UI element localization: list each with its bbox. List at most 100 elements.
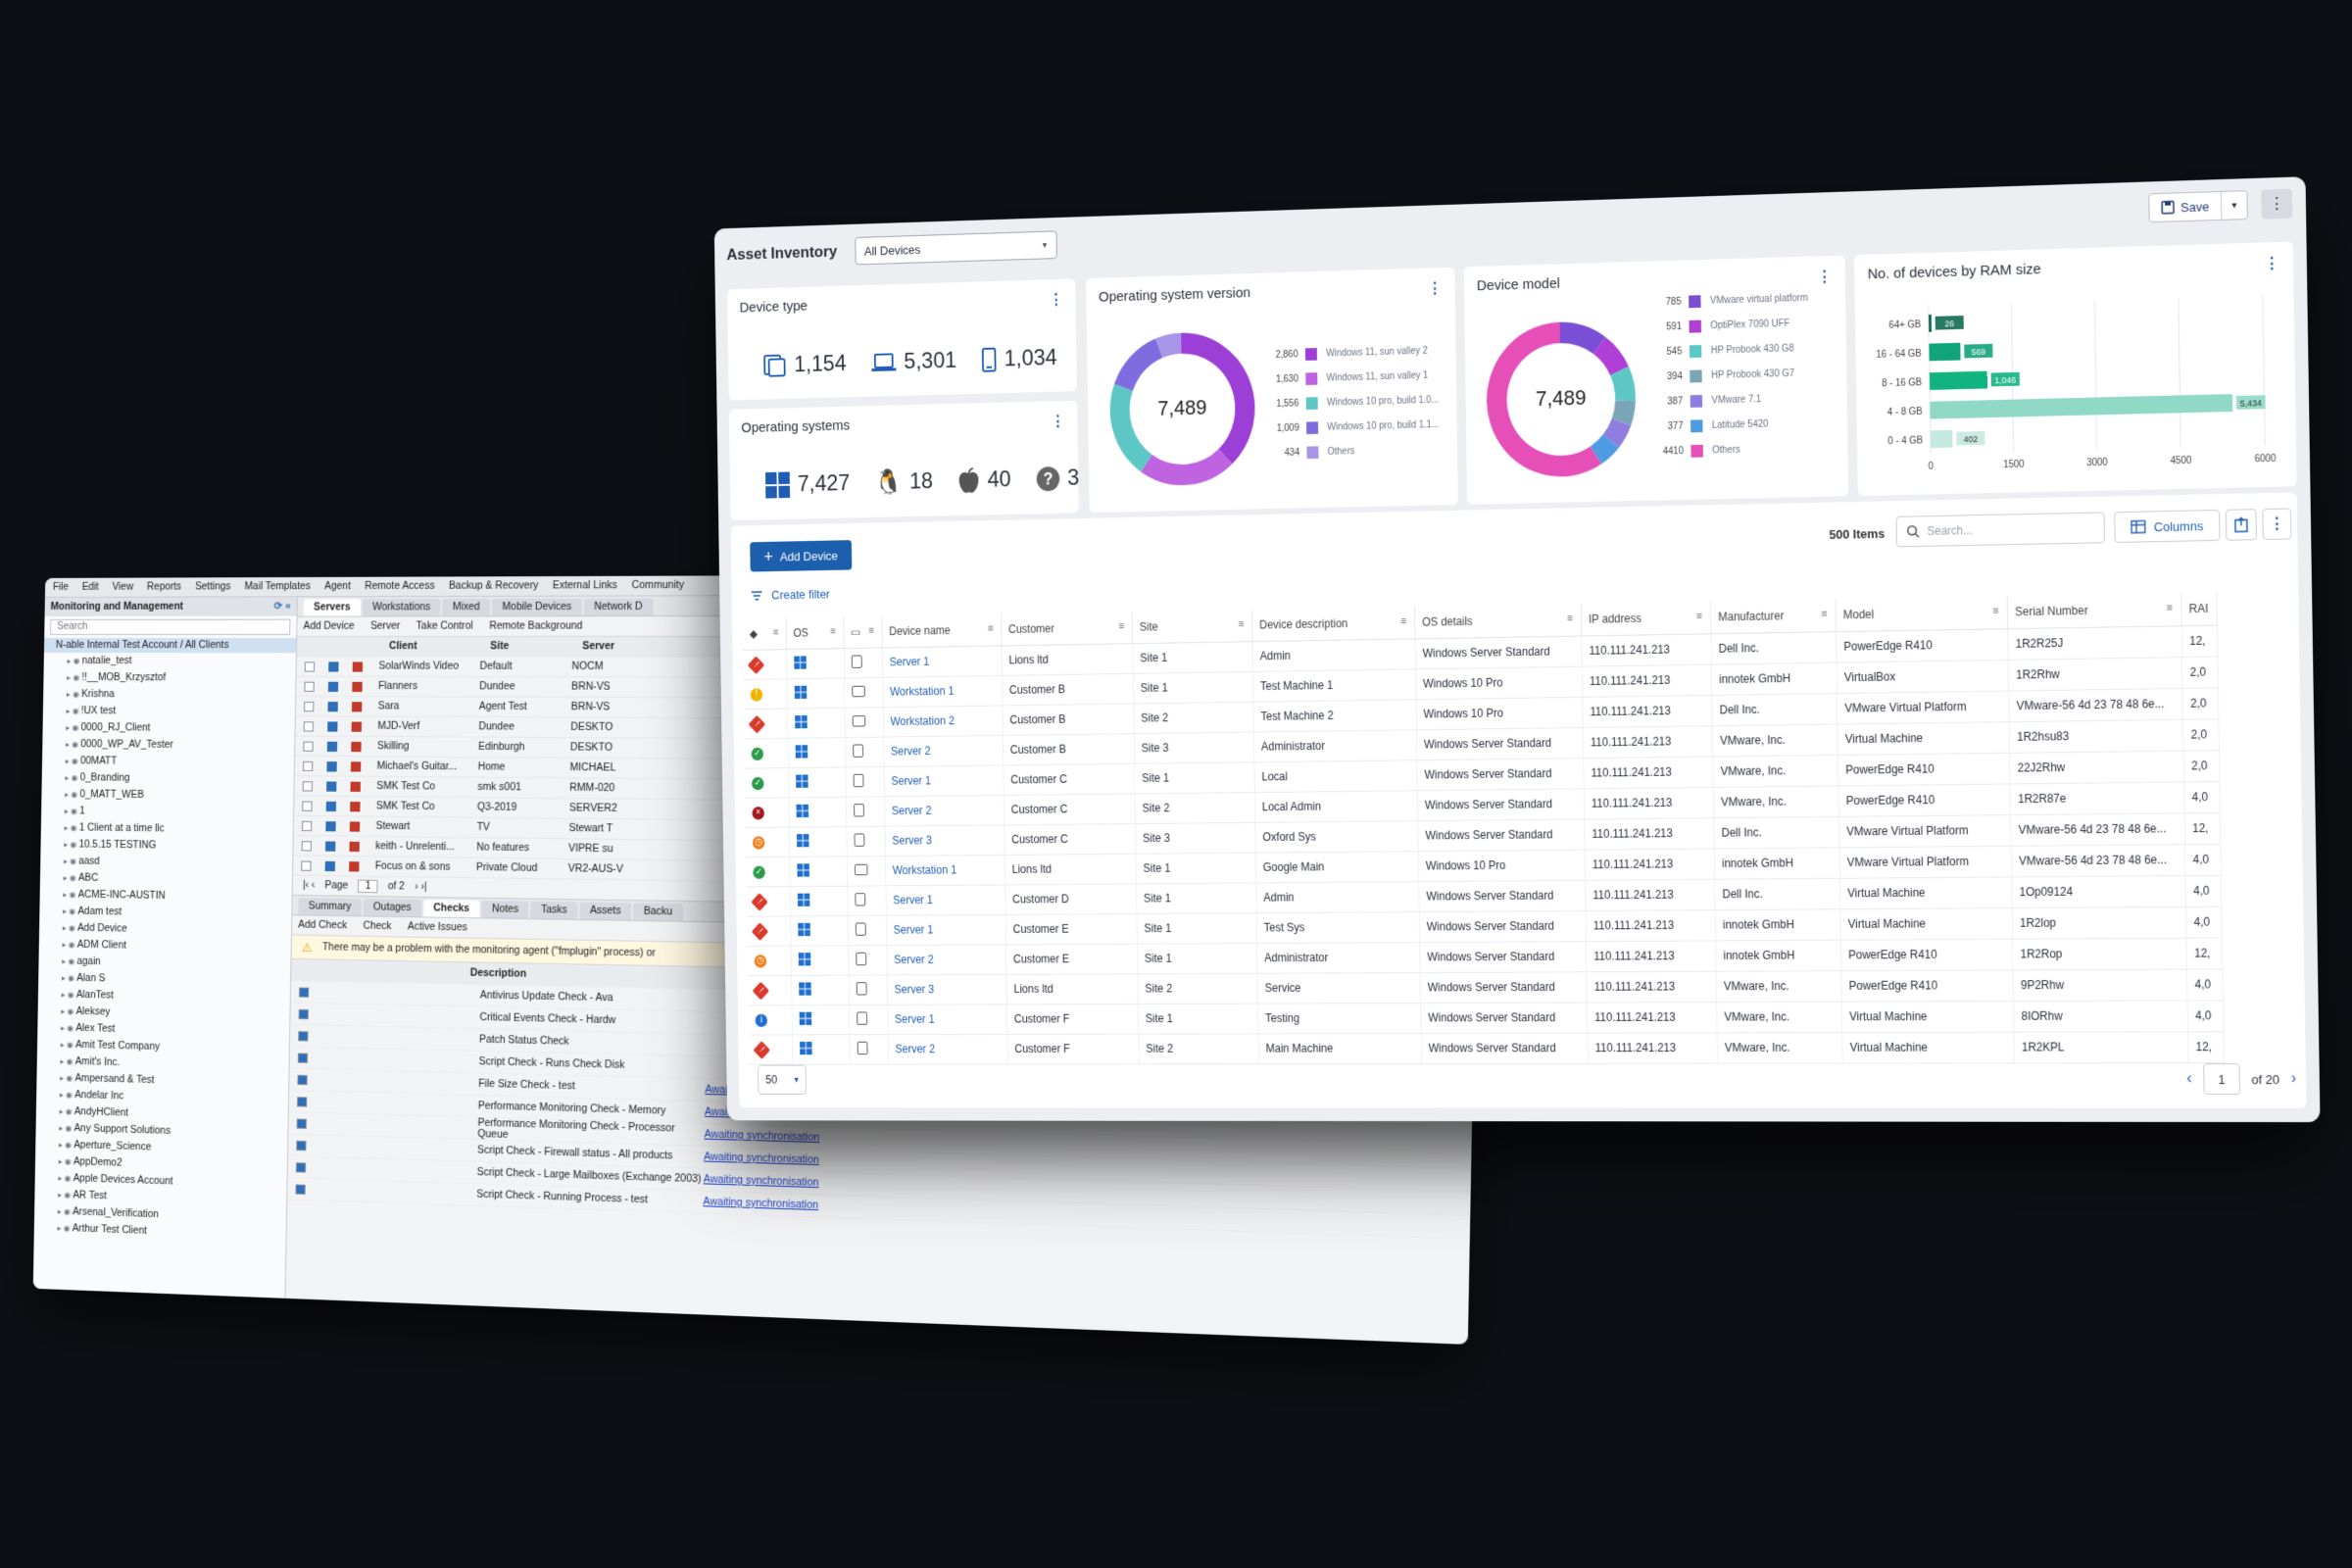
legacy-menu-item[interactable]: Community: [632, 580, 685, 592]
export-icon[interactable]: [2225, 509, 2257, 541]
page-input[interactable]: 1: [2202, 1063, 2240, 1096]
row-checkbox[interactable]: [301, 820, 313, 831]
row-checkbox[interactable]: [325, 801, 337, 811]
status-column-header[interactable]: ◆ ≡: [742, 617, 787, 650]
column-header-site[interactable]: Site ≡: [1131, 609, 1252, 644]
legacy-menu-item[interactable]: External Links: [553, 580, 617, 592]
card-menu-icon[interactable]: ⋮: [1428, 279, 1443, 299]
ram-bar[interactable]: [1929, 370, 1987, 390]
row-checkbox[interactable]: [295, 1161, 307, 1173]
row-checkbox[interactable]: [326, 741, 338, 752]
save-button[interactable]: Save: [2149, 191, 2223, 222]
device-name-link[interactable]: Server 2: [886, 944, 1006, 975]
row-checkbox[interactable]: [327, 681, 339, 692]
more-options-icon[interactable]: ⋮: [2261, 188, 2293, 220]
tree-item[interactable]: !UX test: [43, 703, 295, 720]
device-name-link[interactable]: Server 2: [887, 1033, 1007, 1064]
device-name-link[interactable]: Server 2: [883, 734, 1004, 766]
check-status-link[interactable]: Awaiting synchronisation: [704, 1152, 819, 1166]
column-header-serial-number[interactable]: Serial Number ≡: [2006, 592, 2181, 629]
legend-item[interactable]: 377 Latitude 5420: [1646, 411, 1810, 440]
column-header-model[interactable]: Model ≡: [1835, 595, 2008, 632]
row-checkbox[interactable]: [296, 1140, 307, 1151]
ram-bar[interactable]: [1928, 314, 1933, 332]
device-name-link[interactable]: Server 1: [885, 913, 1006, 946]
row-checkbox[interactable]: [326, 760, 337, 771]
row-checkbox[interactable]: [328, 661, 339, 672]
table-row[interactable]: i Server 1 Customer F Site 1 Testing Windows …: [748, 1000, 2224, 1035]
legacy-detail-tab[interactable]: Tasks: [530, 901, 578, 919]
row-checkbox[interactable]: [302, 760, 314, 771]
tree-item[interactable]: Krishna: [43, 686, 295, 704]
device-name-link[interactable]: Server 1: [885, 884, 1005, 915]
donut-slice[interactable]: [1147, 457, 1226, 476]
legacy-menu-item[interactable]: File: [53, 582, 69, 593]
row-checkbox[interactable]: [302, 801, 313, 811]
device-name-link[interactable]: Server 2: [884, 794, 1004, 826]
check-status-link[interactable]: Awaiting synchronisation: [705, 1129, 820, 1144]
legacy-menu-item[interactable]: View: [113, 582, 134, 593]
legacy-menu-item[interactable]: Backup & Recovery: [449, 580, 538, 592]
legacy-check-tool[interactable]: Active Issues: [408, 921, 467, 933]
legend-item[interactable]: 4410 Others: [1646, 435, 1810, 464]
device-name-link[interactable]: Server 1: [883, 764, 1004, 797]
donut-slice[interactable]: [1620, 370, 1626, 401]
row-checkbox[interactable]: [298, 1008, 309, 1019]
legacy-tab[interactable]: Mixed: [442, 598, 491, 616]
save-options-chevron-icon[interactable]: ▾: [2222, 191, 2247, 220]
legacy-detail-tab[interactable]: Backu: [633, 903, 683, 921]
table-row[interactable]: ! Server 3 Lions ltd Site 2 Service Windows S…: [747, 968, 2223, 1005]
row-checkbox[interactable]: [304, 701, 315, 711]
row-checkbox[interactable]: [324, 860, 336, 871]
legacy-tab[interactable]: Workstations: [362, 599, 441, 616]
legacy-check-tool[interactable]: Check: [363, 920, 391, 932]
row-checkbox[interactable]: [302, 780, 313, 791]
row-checkbox[interactable]: [298, 1030, 309, 1042]
legacy-search-input[interactable]: Search: [50, 618, 291, 635]
next-page-icon[interactable]: › ›|: [415, 881, 427, 892]
legacy-check-tool[interactable]: Add Check: [298, 919, 347, 931]
legacy-menu-item[interactable]: Edit: [82, 582, 99, 593]
device-type-column-header[interactable]: ▭ ≡: [843, 615, 882, 649]
column-header-device-description[interactable]: Device description ≡: [1251, 606, 1415, 642]
row-checkbox[interactable]: [304, 681, 315, 692]
row-checkbox[interactable]: [296, 1117, 307, 1129]
legacy-menu-item[interactable]: Reports: [147, 581, 181, 592]
prev-page-icon[interactable]: ‹: [2186, 1070, 2192, 1088]
table-menu-icon[interactable]: ⋮: [2262, 508, 2292, 541]
legacy-detail-tab[interactable]: Checks: [422, 900, 480, 918]
donut-slice[interactable]: [1611, 422, 1622, 441]
legacy-menu-item[interactable]: Remote Access: [365, 581, 435, 592]
legacy-menu-item[interactable]: Mail Templates: [244, 581, 311, 592]
device-name-link[interactable]: Server 1: [881, 645, 1003, 677]
device-name-link[interactable]: Workstation 2: [882, 705, 1003, 737]
tree-item[interactable]: 00MATT: [42, 753, 294, 771]
legacy-tool-button[interactable]: Take Control: [416, 621, 473, 632]
row-checkbox[interactable]: [295, 1183, 306, 1195]
legacy-detail-tab[interactable]: Assets: [579, 902, 632, 920]
row-checkbox[interactable]: [324, 840, 336, 852]
legacy-tool-button[interactable]: Server: [370, 621, 400, 632]
search-input[interactable]: Search...: [1895, 512, 2105, 548]
card-menu-icon[interactable]: ⋮: [1817, 268, 1833, 287]
row-checkbox[interactable]: [327, 701, 338, 711]
legacy-detail-tab[interactable]: Outages: [363, 899, 422, 917]
ram-bar[interactable]: [1930, 394, 2233, 419]
device-filter-dropdown[interactable]: All Devices ▾: [854, 230, 1057, 266]
next-page-icon[interactable]: ›: [2291, 1070, 2297, 1088]
add-device-button[interactable]: + Add Device: [750, 540, 853, 572]
donut-slice[interactable]: [1159, 343, 1182, 348]
columns-button[interactable]: Columns: [2114, 509, 2221, 543]
tree-item[interactable]: !!__MOB_Krzysztof: [43, 669, 295, 687]
legacy-tool-button[interactable]: Add Device: [303, 621, 354, 632]
device-name-link[interactable]: Workstation 1: [882, 674, 1003, 708]
tree-item[interactable]: 0000_WP_AV_Tester: [42, 736, 294, 755]
legacy-detail-tab[interactable]: Notes: [481, 900, 529, 919]
column-header-manufacturer[interactable]: Manufacturer ≡: [1709, 598, 1836, 634]
row-checkbox[interactable]: [303, 720, 315, 732]
device-name-link[interactable]: Server 1: [887, 1004, 1007, 1035]
donut-slice[interactable]: [1599, 345, 1619, 371]
legacy-menu-item[interactable]: Settings: [195, 581, 231, 592]
row-checkbox[interactable]: [297, 1096, 308, 1107]
create-filter-link[interactable]: Create filter: [751, 587, 830, 603]
